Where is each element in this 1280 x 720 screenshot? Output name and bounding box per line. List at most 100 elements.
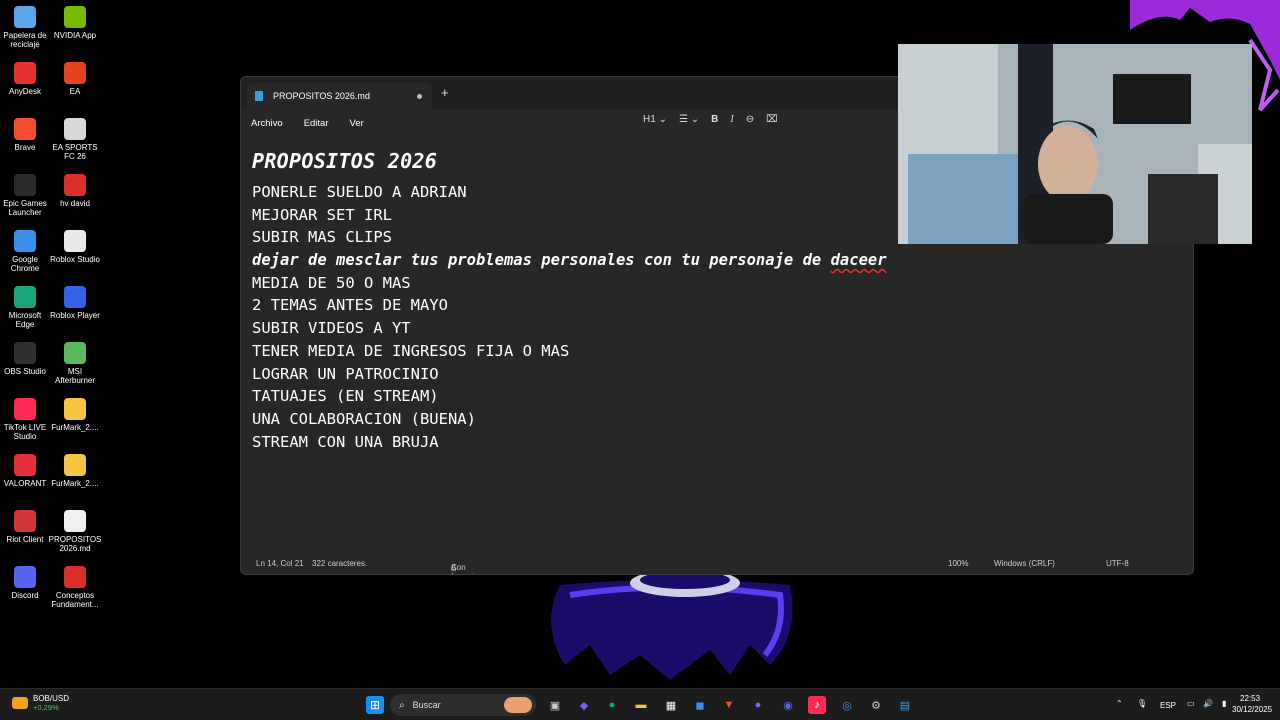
desktop-icon-label: Papelera de reciclaje — [3, 31, 47, 49]
folder-icon — [64, 398, 86, 420]
windows-icon: ⊞ — [369, 698, 381, 712]
heading-label: H1 — [643, 114, 656, 125]
doc-line-text: STREAM CON UNA BRUJA — [252, 432, 439, 451]
doc-line-text: SUBIR MAS CLIPS — [252, 228, 392, 247]
desktop-icon-label: NVIDIA App — [53, 31, 97, 40]
desktop-icon[interactable]: FurMark_2.... — [50, 454, 100, 488]
pdf-icon — [64, 566, 86, 588]
desktop-icon[interactable]: Conceptos Fundament... — [50, 566, 100, 609]
menu-editar[interactable]: Editar — [304, 118, 329, 129]
doc-line: TATUAJES (EN STREAM) — [252, 385, 1193, 408]
doc-line: dejar de mesclar tus problemas personale… — [252, 249, 1193, 272]
desktop-icon[interactable]: Google Chrome — [0, 230, 50, 273]
format-mode-label: Con formato — [451, 563, 478, 574]
desktop-icon[interactable]: VALORANT — [0, 454, 50, 488]
list-dropdown[interactable]: ☰ ⌄ — [679, 114, 699, 125]
chrome-taskbar-icon[interactable]: ◎ — [838, 696, 856, 714]
edge-taskbar-icon[interactable]: ● — [603, 696, 621, 714]
teams-icon[interactable]: ● — [749, 696, 767, 714]
doc-line: STREAM CON UNA BRUJA — [252, 431, 1193, 454]
desktop-icon-label: FurMark_2.... — [51, 479, 99, 488]
settings-taskbar-icon[interactable]: ⚙ — [867, 696, 885, 714]
task-view-button[interactable]: ▣ — [546, 696, 564, 714]
chevron-up-icon[interactable]: ⌃ — [1116, 699, 1123, 708]
zoom-level[interactable]: 100% — [948, 559, 968, 568]
tiktok-live-icon — [14, 398, 36, 420]
unsaved-dot-icon[interactable] — [417, 93, 422, 99]
clock-date[interactable]: 30/12/2025 — [1232, 705, 1272, 714]
system-tray: ⌃ 🎙 ESP ▭ 🔊 ▮ 22:53 30/12/2025 — [1110, 689, 1280, 720]
italic-button[interactable]: I — [730, 114, 733, 125]
start-button[interactable]: ⊞ — [366, 696, 384, 714]
store-icon[interactable]: ▦ — [662, 696, 680, 714]
new-tab-button[interactable]: + — [441, 85, 449, 100]
desktop-icon[interactable]: Microsoft Edge — [0, 286, 50, 329]
doc-line-text: LOGRAR UN PATROCINIO — [252, 364, 439, 383]
desktop-icon[interactable]: Discord — [0, 566, 50, 600]
desktop-icon[interactable]: Epic Games Launcher — [0, 174, 50, 217]
desktop-icon[interactable]: FurMark_2.... — [50, 398, 100, 432]
encoding[interactable]: UTF-8 — [1106, 559, 1129, 568]
desktop-icon[interactable]: hv david — [50, 174, 100, 208]
desktop-icon[interactable]: PROPOSITOS 2026.md — [49, 510, 101, 553]
doc-line: UNA COLABORACION (BUENA) — [252, 408, 1193, 431]
menu-archivo[interactable]: Archivo — [251, 118, 283, 129]
search-highlight-icon — [504, 697, 532, 713]
desktop-icon[interactable]: MSI Afterburner — [50, 342, 100, 385]
doc-line-text: MEJORAR SET IRL — [252, 205, 392, 224]
misspelled-word[interactable]: daceer — [831, 251, 887, 269]
status-bar: Ln 14, Col 21 322 caracteres. A̲ Con for… — [241, 552, 1193, 575]
line-ending[interactable]: Windows (CRLF) — [994, 559, 1055, 568]
desktop-icon-label: TikTok LIVE Studio — [3, 423, 47, 441]
notepad-taskbar-icon[interactable]: ▤ — [896, 696, 914, 714]
desktop-icon[interactable]: EA SPORTS FC 26 — [50, 118, 100, 161]
microphone-icon[interactable]: 🎙 — [1137, 699, 1147, 708]
clear-format-icon[interactable]: ⌧ — [766, 114, 778, 125]
list-icon: ☰ — [678, 114, 688, 125]
battery-icon[interactable]: ▮ — [1222, 699, 1226, 708]
link-icon[interactable]: ⊖ — [746, 114, 754, 125]
roblox-studio-icon — [64, 230, 86, 252]
edge-icon — [14, 286, 36, 308]
tab-propositos[interactable]: PROPOSITOS 2026.md — [247, 83, 432, 109]
display-icon[interactable]: ▭ — [1187, 699, 1195, 708]
brave-taskbar-icon[interactable]: ▼ — [720, 696, 738, 714]
brave-icon — [14, 118, 36, 140]
doc-line-text: 2 TEMAS ANTES DE MAYO — [252, 296, 448, 315]
desktop-icon[interactable]: TikTok LIVE Studio — [0, 398, 50, 441]
desktop-icon[interactable]: Riot Client — [0, 510, 50, 544]
desktop-icon[interactable]: Brave — [0, 118, 50, 152]
valorant-icon — [14, 454, 36, 476]
menu-ver[interactable]: Ver — [350, 118, 364, 129]
heading-dropdown[interactable]: H1 ⌄ — [643, 114, 667, 125]
epic-games-icon — [14, 174, 36, 196]
doc-line: MEDIA DE 50 O MAS — [252, 272, 1193, 295]
language-indicator[interactable]: ESP — [1160, 701, 1176, 710]
desktop-icon[interactable]: NVIDIA App — [50, 6, 100, 40]
desktop-icon-label: Brave — [14, 143, 36, 152]
chevron-down-icon: ⌄ — [690, 114, 700, 125]
pdf-icon — [64, 174, 86, 196]
outlook-icon[interactable]: ◼ — [691, 696, 709, 714]
volume-icon[interactable]: 🔊 — [1203, 699, 1213, 708]
file-icon — [64, 510, 86, 532]
doc-line-text: TENER MEDIA DE INGRESOS FIJA O MAS — [252, 341, 570, 360]
discord-taskbar-icon[interactable]: ◉ — [779, 696, 797, 714]
desktop-icon[interactable]: Papelera de reciclaje — [0, 6, 50, 49]
desktop-icon[interactable]: Roblox Player — [50, 286, 100, 320]
search-box[interactable]: ⌕ Buscar — [390, 694, 536, 716]
ticker-widget[interactable]: BOB/USD +0,29% — [12, 694, 69, 712]
desktop-icon[interactable]: OBS Studio — [0, 342, 50, 376]
desktop-icon[interactable]: Roblox Studio — [50, 230, 100, 264]
search-label: Buscar — [412, 700, 441, 710]
desktop-icon[interactable]: AnyDesk — [0, 62, 50, 96]
ticker-name: BOB/USD — [33, 694, 70, 703]
desktop-icon-label: Discord — [11, 591, 39, 600]
desktop-icon[interactable]: EA — [50, 62, 100, 96]
clock-time[interactable]: 22:53 — [1240, 694, 1260, 703]
file-explorer-icon[interactable]: ▬ — [632, 696, 650, 714]
roblox-player-icon — [64, 286, 86, 308]
tiktok-taskbar-icon[interactable]: ♪ — [808, 696, 826, 714]
bold-button[interactable]: B — [711, 114, 718, 125]
copilot-icon[interactable]: ◆ — [575, 696, 593, 714]
